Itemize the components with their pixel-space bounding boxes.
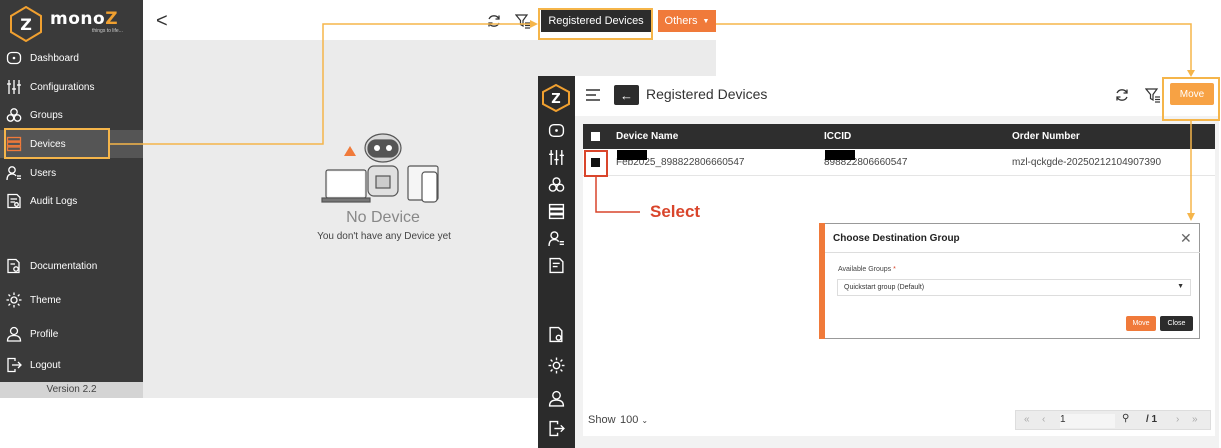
filter-icon[interactable] — [1145, 87, 1161, 103]
modal-accent-edge — [819, 223, 825, 339]
logout-icon[interactable] — [548, 420, 565, 437]
logo-tagline: things to life... — [92, 28, 123, 34]
documentation-icon — [7, 258, 20, 274]
sliders-icon — [7, 80, 21, 94]
pagination: « ‹ 1 ⚲ / 1 › » — [1015, 410, 1211, 430]
sidebar-item-label: Users — [30, 167, 57, 179]
sidebar-item-label: Groups — [30, 109, 63, 121]
profile-icon — [6, 326, 22, 342]
sidebar-item-label: Profile — [30, 328, 59, 340]
back-button[interactable]: ← — [614, 85, 639, 105]
page-input[interactable]: 1 — [1060, 414, 1115, 428]
page-total: / 1 — [1146, 414, 1158, 425]
sidebar: Z monoZ things to life... Dashboard Conf… — [0, 0, 143, 398]
sidebar-item-label: Audit Logs — [30, 195, 78, 207]
sidebar-item-users[interactable]: Users — [0, 159, 143, 187]
prev-page-icon[interactable]: ‹ — [1042, 414, 1045, 425]
table-header: Device Name ICCID Order Number — [583, 124, 1215, 149]
available-groups-select[interactable]: Quickstart group (Default) ▼ — [837, 279, 1191, 296]
dashboard-icon[interactable] — [548, 122, 565, 139]
select-all-checkbox[interactable] — [591, 132, 600, 141]
redacted-block — [617, 150, 647, 160]
groups-icon — [6, 108, 22, 122]
modal-title: Choose Destination Group — [833, 233, 960, 244]
refresh-icon[interactable] — [486, 13, 502, 29]
empty-state-title: No Device — [346, 209, 420, 226]
logo-icon: Z — [542, 84, 570, 112]
users-icon — [6, 166, 21, 181]
checkbox-highlight — [584, 150, 608, 177]
back-button[interactable]: < — [156, 10, 168, 33]
close-icon[interactable]: ✕ — [1180, 230, 1192, 247]
refresh-icon[interactable] — [1114, 87, 1130, 103]
caret-down-icon: ▼ — [1177, 283, 1184, 290]
sidebar-item-label: Logout — [30, 359, 61, 371]
others-label: Others — [664, 15, 698, 27]
sidebar-item-label: Documentation — [30, 260, 98, 272]
modal-divider — [825, 252, 1200, 253]
table-row[interactable]: Feb2025_898822806660547 898822806660547 … — [583, 150, 1215, 176]
modal-move-button[interactable]: Move — [1126, 316, 1156, 331]
sidebar-item-groups[interactable]: Groups — [0, 101, 143, 129]
users-icon[interactable] — [548, 230, 565, 247]
show-label: Show — [588, 414, 616, 426]
profile-icon[interactable] — [548, 390, 565, 407]
devices-highlight — [4, 128, 110, 159]
sidebar-item-theme[interactable]: Theme — [0, 286, 143, 314]
sidebar-item-label: Configurations — [30, 81, 95, 93]
empty-state-subtitle: You don't have any Device yet — [317, 231, 451, 242]
column-header-order-number: Order Number — [1012, 131, 1080, 142]
sidebar-item-profile[interactable]: Profile — [0, 320, 143, 348]
sidebar-item-label: Theme — [30, 294, 62, 306]
sidebar-item-audit-logs[interactable]: Audit Logs — [0, 187, 143, 215]
sun-icon — [6, 292, 22, 308]
next-page-icon[interactable]: › — [1176, 414, 1179, 425]
sidebar-item-logout[interactable]: Logout — [0, 351, 143, 379]
filter-icon[interactable] — [515, 13, 531, 29]
logo-text: monoZ — [50, 9, 119, 29]
svg-text:Z: Z — [551, 92, 560, 107]
registered-devices-highlight — [538, 8, 653, 40]
page-title: Registered Devices — [646, 86, 768, 102]
logo-icon: Z — [10, 6, 42, 42]
column-header-device-name: Device Name — [616, 131, 679, 142]
move-highlight — [1162, 77, 1220, 121]
logo: Z monoZ things to life... — [8, 6, 138, 42]
sidebar-item-label: Dashboard — [30, 52, 79, 64]
robot-illustration-icon — [321, 133, 439, 203]
menu-icon[interactable] — [585, 88, 601, 102]
sliders-icon[interactable] — [548, 149, 565, 166]
sidebar-item-documentation[interactable]: Documentation — [0, 252, 143, 280]
caret-down-icon: ▼ — [702, 17, 710, 25]
devices-icon[interactable] — [548, 203, 565, 220]
last-page-icon[interactable]: » — [1192, 414, 1198, 425]
chevron-down-icon: ⌄ — [641, 416, 649, 425]
version-label: Version 2.2 — [0, 382, 143, 398]
others-dropdown[interactable]: Others ▼ — [658, 10, 716, 32]
sidebar-item-dashboard[interactable]: Dashboard — [0, 44, 143, 72]
available-groups-label: Available Groups * — [838, 266, 896, 273]
groups-icon[interactable] — [548, 176, 565, 193]
sidebar-item-configurations[interactable]: Configurations — [0, 73, 143, 101]
arrow-left-icon: ← — [620, 87, 633, 103]
order-number-cell: mzl-qckgde-20250212104907390 — [1012, 157, 1162, 168]
redacted-block — [825, 150, 855, 160]
first-page-icon[interactable]: « — [1024, 414, 1030, 425]
select-annotation: Select — [650, 202, 701, 221]
modal-close-button[interactable]: Close — [1160, 316, 1193, 331]
column-header-iccid: ICCID — [824, 131, 852, 142]
documentation-icon[interactable] — [548, 326, 565, 343]
selected-group: Quickstart group (Default) — [844, 284, 925, 291]
search-icon[interactable]: ⚲ — [1122, 413, 1129, 424]
dashboard-icon — [6, 51, 22, 65]
audit-logs-icon — [7, 193, 21, 209]
logout-icon — [7, 357, 22, 373]
svg-text:Z: Z — [20, 15, 32, 34]
page-size-select[interactable]: 100 ⌄ — [620, 414, 648, 426]
audit-logs-icon[interactable] — [548, 257, 565, 274]
sun-icon[interactable] — [548, 357, 565, 374]
